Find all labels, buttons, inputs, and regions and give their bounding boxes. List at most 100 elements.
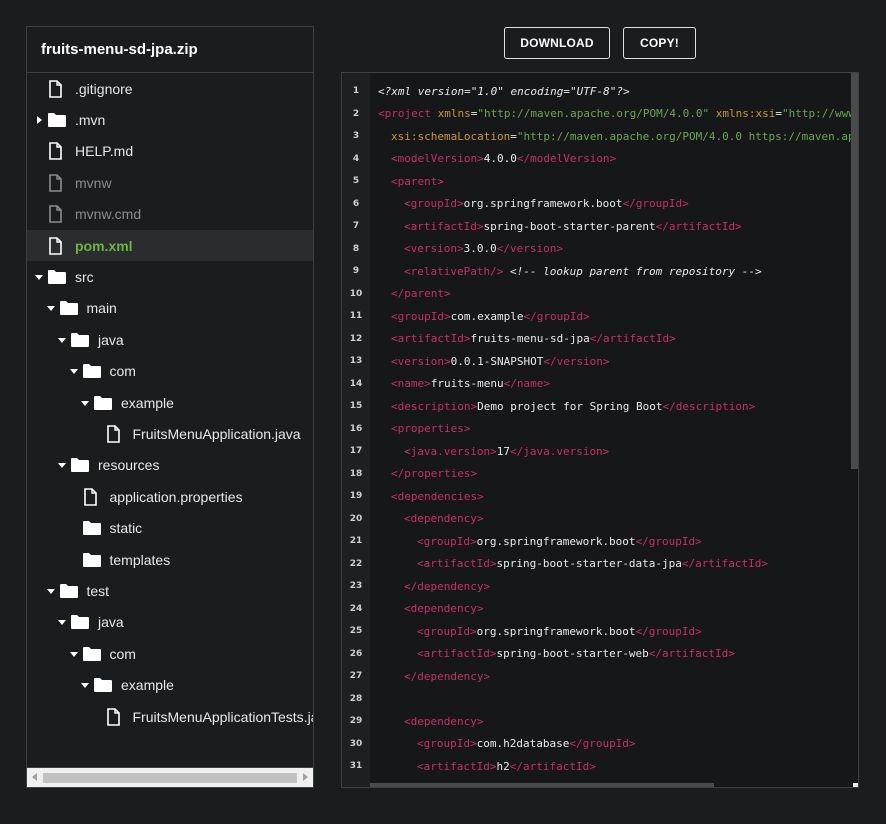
code-line: 19 <dependencies> (342, 485, 484, 508)
line-number: 2 (352, 108, 360, 119)
code-line: 4 <modelVersion>4.0.0</modelVersion> (342, 148, 616, 171)
xml-attr-token: xsi:schemaLocation (391, 129, 511, 143)
tree-folder-item[interactable]: com (27, 356, 313, 387)
chevron-down-icon[interactable] (56, 617, 68, 627)
tree-file-item[interactable]: mvnw.cmd (27, 199, 313, 230)
code-line: 21 <groupId>org.springframework.boot</gro… (342, 530, 702, 553)
file-explorer: fruits-menu-sd-jpa.zip .gitignore .mvn HEL… (26, 26, 314, 788)
line-number: 14 (349, 378, 363, 389)
xml-text-token: com.example (450, 309, 524, 323)
code-text: <groupId>org.springframework.boot</group… (370, 625, 702, 638)
code-line: 20 <dependency> (342, 508, 484, 531)
explorer-horizontal-scrollbar[interactable] (27, 767, 313, 787)
xml-tag-token: </groupId> (622, 197, 689, 211)
xml-text-token: Demo project for Spring Boot (477, 399, 663, 413)
xml-string-token: "http://www.w3.org/2001/XMLSchema-instan… (782, 107, 858, 121)
xml-tag-token: <groupId> (417, 534, 477, 548)
chevron-down-icon[interactable] (79, 680, 91, 690)
tree-folder-item[interactable]: java (27, 607, 313, 638)
scroll-right-icon[interactable] (303, 773, 308, 781)
tree-folder-item[interactable]: static (27, 513, 313, 544)
line-number: 23 (349, 581, 363, 592)
code-vertical-scrollbar[interactable] (851, 73, 858, 469)
xml-tag-token: <dependency> (404, 512, 484, 526)
xml-tag-token: <artifactId> (417, 759, 497, 773)
tree-folder-item[interactable]: .mvn (27, 104, 313, 135)
tree-file-item[interactable]: application.properties (27, 481, 313, 512)
code-line: 27 </dependency> (342, 665, 490, 688)
tree-item-label: pom.xml (75, 237, 133, 254)
chevron-down-icon[interactable] (56, 335, 68, 345)
tree-folder-item[interactable]: example (27, 670, 313, 701)
scroll-left-icon[interactable] (32, 773, 37, 781)
code-line: 22 <artifactId>spring-boot-starter-data-j… (342, 553, 768, 576)
tree-folder-item[interactable]: src (27, 261, 313, 292)
xml-tag-token: <parent> (391, 174, 444, 188)
tree-item-label: java (98, 331, 124, 348)
chevron-down-icon[interactable] (56, 460, 68, 470)
tree-file-item[interactable]: FruitsMenuApplicationTests.java (27, 701, 313, 732)
tree-file-item[interactable]: FruitsMenuApplication.java (27, 418, 313, 449)
scroll-thumb[interactable] (43, 773, 297, 783)
line-number: 17 (349, 446, 363, 457)
code-text: <groupId>org.springframework.boot</group… (370, 535, 702, 548)
code-line: 25 <groupId>org.springframework.boot</gro… (342, 620, 702, 643)
chevron-down-icon[interactable] (45, 303, 57, 313)
download-button[interactable]: DOWNLOAD (504, 27, 610, 59)
code-viewer[interactable]: 1 <?xml version="1.0" encoding="UTF-8"?> 2… (341, 72, 859, 788)
code-text: <?xml version="1.0" encoding="UTF-8"?> (370, 85, 630, 98)
code-line: 12 <artifactId>fruits-menu-sd-jpa</artifa… (342, 328, 676, 351)
xml-tag-token: </description> (662, 399, 756, 413)
line-number: 20 (349, 513, 363, 524)
line-number: 8 (352, 243, 360, 254)
code-text: <artifactId>spring-boot-starter-parent</… (370, 220, 742, 233)
chevron-down-icon[interactable] (45, 586, 57, 596)
chevron-right-icon[interactable] (33, 115, 45, 125)
tree-folder-item[interactable]: resources (27, 450, 313, 481)
xml-attr-token: xmlns (437, 107, 471, 121)
line-number: 7 (352, 221, 360, 232)
tree-file-item[interactable]: pom.xml (27, 230, 313, 261)
xml-attr-token: xmlns:xsi (715, 107, 776, 121)
tree-folder-item[interactable]: test (27, 575, 313, 606)
tree-folder-item[interactable]: templates (27, 544, 313, 575)
tree-file-item[interactable]: mvnw (27, 167, 313, 198)
code-horizontal-scrollbar[interactable] (370, 783, 714, 787)
code-text: <name>fruits-menu</name> (370, 377, 550, 390)
chevron-down-icon[interactable] (79, 398, 91, 408)
folder-icon (82, 363, 104, 379)
chevron-down-icon[interactable] (68, 649, 80, 659)
code-text: <properties> (370, 422, 470, 435)
code-text: <modelVersion>4.0.0</modelVersion> (370, 152, 616, 165)
xml-text-token: org.springframework.boot (476, 534, 636, 548)
xml-tag-token: </groupId> (523, 309, 590, 323)
tree-item-label: static (109, 520, 143, 537)
tree-item-label: example (121, 394, 174, 411)
file-tree: .gitignore .mvn HELP.md mvnw mvnw.cmd pom.xml… (27, 73, 313, 767)
tree-file-item[interactable]: .gitignore (27, 73, 313, 104)
tree-folder-item[interactable]: java (27, 324, 313, 355)
tree-item-label: java (98, 614, 124, 631)
tree-folder-item[interactable]: main (27, 293, 313, 324)
code-text: <artifactId>fruits-menu-sd-jpa</artifact… (370, 332, 676, 345)
tree-item-label: FruitsMenuApplication.java (132, 425, 301, 442)
line-number: 13 (349, 356, 363, 367)
tree-file-item[interactable]: HELP.md (27, 136, 313, 167)
xml-text-token: com.h2database (476, 737, 570, 751)
xml-tag-token: </name> (503, 377, 550, 391)
code-text: <dependencies> (370, 490, 484, 503)
line-number: 31 (349, 761, 363, 772)
tree-folder-item[interactable]: example (27, 387, 313, 418)
chevron-down-icon[interactable] (33, 272, 45, 282)
copy-button[interactable]: COPY! (623, 27, 696, 59)
xml-tag-token: <artifactId> (404, 219, 484, 233)
chevron-down-icon[interactable] (68, 366, 80, 376)
folder-icon (70, 332, 92, 348)
line-number: 21 (349, 536, 363, 547)
xml-comment-token: <?xml version="1.0" encoding="UTF-8"?> (378, 84, 630, 98)
line-number: 15 (349, 401, 363, 412)
tree-folder-item[interactable]: com (27, 638, 313, 669)
scrollbar-corner (853, 783, 858, 787)
xml-tag-token: <artifactId> (417, 557, 497, 571)
xml-tag-token: </artifactId> (589, 332, 676, 346)
